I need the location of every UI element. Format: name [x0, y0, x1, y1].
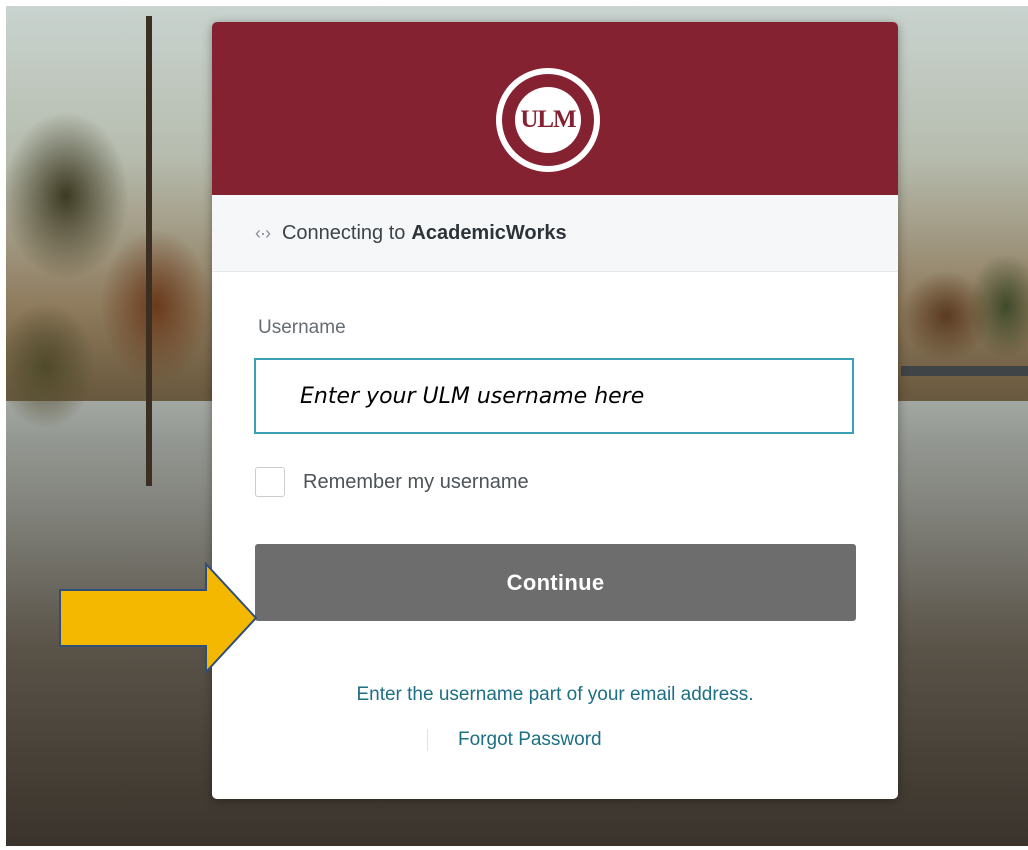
username-placeholder: Enter your ULM username here — [300, 384, 645, 409]
logo-text: ULM — [520, 106, 576, 133]
university-seal-icon: ULM — [496, 68, 600, 172]
pointer-arrow-icon — [59, 562, 258, 674]
background-trees-left — [6, 46, 216, 466]
login-card: ULM ‹·› Connecting to AcademicWorks User… — [212, 22, 898, 799]
background-bridge — [901, 366, 1028, 376]
username-input[interactable]: Enter your ULM username here — [254, 358, 854, 434]
remember-username-row[interactable]: Remember my username — [255, 467, 529, 497]
username-hint: Enter the username part of your email ad… — [356, 684, 754, 705]
brand-header: ULM — [212, 22, 898, 195]
background-tree-trunk — [146, 16, 152, 486]
connecting-app-name: AcademicWorks — [411, 221, 567, 244]
forgot-password-link[interactable]: Forgot Password — [458, 729, 602, 751]
continue-button[interactable]: Continue — [255, 544, 856, 621]
divider — [427, 729, 428, 751]
remember-username-checkbox[interactable] — [255, 467, 285, 497]
connecting-bar: ‹·› Connecting to AcademicWorks — [212, 195, 898, 272]
forgot-password-row: Forgot Password — [427, 726, 602, 754]
remember-username-label[interactable]: Remember my username — [303, 471, 529, 494]
username-label: Username — [258, 317, 346, 338]
connecting-prefix: Connecting to — [281, 221, 406, 244]
swap-arrows-icon: ‹·› — [255, 222, 271, 243]
